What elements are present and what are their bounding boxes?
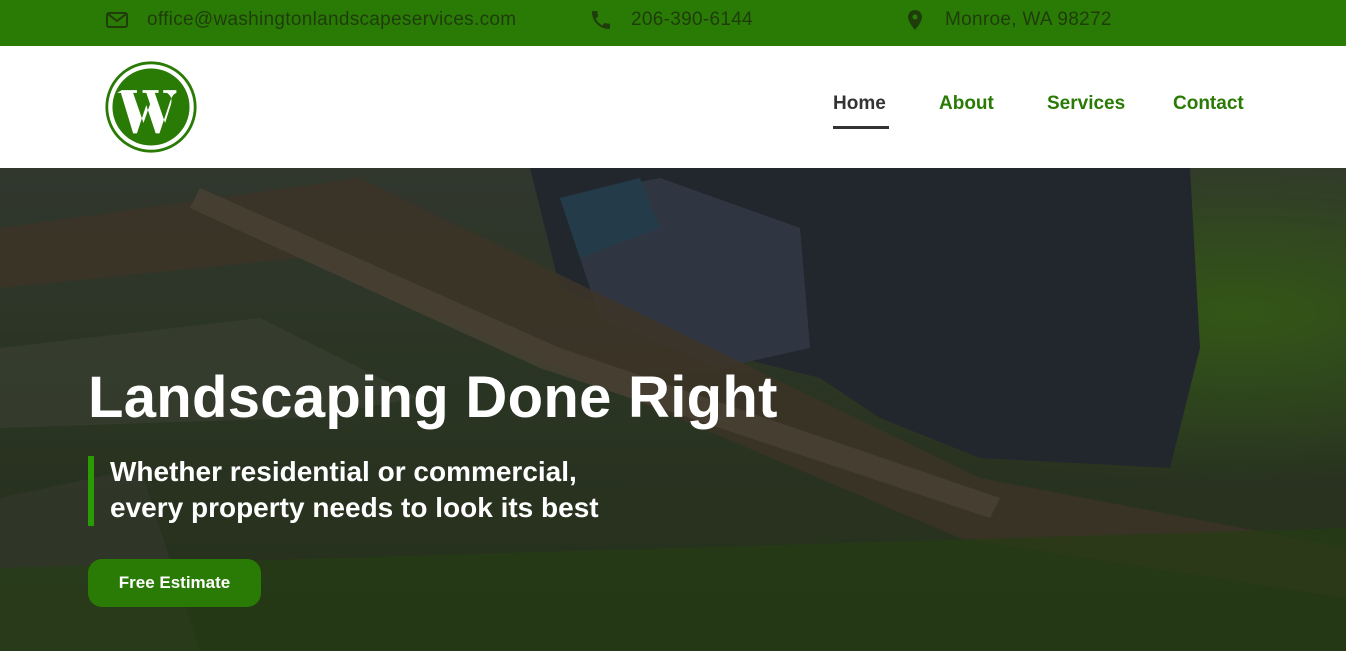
hero-title: Landscaping Done Right [88, 365, 778, 430]
nav-active-underline [833, 126, 889, 129]
wordpress-logo-icon[interactable] [104, 60, 198, 154]
topbar-location-text: Monroe, WA 98272 [945, 9, 1112, 30]
envelope-icon [106, 12, 128, 28]
hero-subtitle: Whether residential or commercial, every… [110, 454, 599, 526]
topbar-location: Monroe, WA 98272 [903, 0, 1112, 40]
nav-home[interactable]: Home [833, 93, 886, 115]
topbar-phone-text[interactable]: 206-390-6144 [631, 9, 753, 31]
nav-contact[interactable]: Contact [1173, 93, 1244, 115]
hero-accent-bar [88, 456, 94, 526]
nav-services[interactable]: Services [1047, 93, 1125, 115]
topbar-email[interactable]: office@washingtonlandscapeservices.com [105, 0, 516, 40]
top-contact-bar: office@washingtonlandscapeservices.com 2… [0, 0, 1346, 46]
hero-subtitle-line2: every property needs to look its best [110, 492, 599, 523]
topbar-phone[interactable]: 206-390-6144 [589, 0, 753, 40]
phone-icon [592, 11, 610, 29]
topbar-email-text[interactable]: office@washingtonlandscapeservices.com [147, 9, 516, 31]
hero-subtitle-line1: Whether residential or commercial, [110, 456, 577, 487]
site-header: Home About Services Contact [0, 46, 1346, 168]
hero-section: Landscaping Done Right Whether residenti… [0, 168, 1346, 651]
nav-about[interactable]: About [939, 93, 994, 115]
free-estimate-button[interactable]: Free Estimate [88, 559, 261, 607]
map-pin-icon [908, 10, 922, 30]
